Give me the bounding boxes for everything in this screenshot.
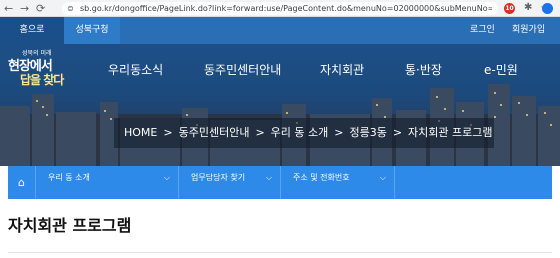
home-tab[interactable]: 홈으로 <box>0 17 64 44</box>
divider <box>8 252 552 253</box>
breadcrumb-separator: > <box>392 126 403 139</box>
chevron-down-icon: ⌵ <box>379 173 386 182</box>
gnb-item-center-info[interactable]: 동주민센터안내 <box>204 62 281 78</box>
breadcrumb-center-info[interactable]: 동주민센터안내 <box>179 118 250 148</box>
home-icon: ⌂ <box>18 176 25 189</box>
breadcrumb: HOME > 동주민센터안내 > 우리 동 소개 > 정릉3동 > 자치회관 프로그램 <box>114 118 494 148</box>
breadcrumb-current: 자치회관 프로그램 <box>408 126 493 139</box>
extensions-puzzle-icon[interactable]: ✱ <box>524 2 532 13</box>
subnav-dropdown-label: 우리 동 소개 <box>48 173 90 182</box>
breadcrumb-separator: > <box>334 126 344 139</box>
seongbuk-tab[interactable]: 성북구청 <box>64 17 120 44</box>
subnav-dropdown-label: 주소 및 전화번호 <box>293 173 350 182</box>
subnav-dropdown-dong-intro[interactable]: 우리 동 소개 ⌵ <box>36 166 179 199</box>
subnav-dropdown-address[interactable]: 주소 및 전화번호 ⌵ <box>281 166 395 199</box>
gnb-item-tong-banjang[interactable]: 통·반장 <box>405 62 442 78</box>
chevron-down-icon: ⌵ <box>265 173 272 182</box>
sub-navigation: ⌂ 우리 동 소개 ⌵ 업무담당자 찾기 ⌵ 주소 및 전화번호 ⌵ <box>8 166 552 199</box>
login-link[interactable]: 로그인 <box>470 17 495 44</box>
subnav-dropdown-staff[interactable]: 업무담당자 찾기 ⌵ <box>179 166 281 199</box>
site-logo[interactable]: 성북의 미래 현장에서 답을 찾다 <box>8 48 72 88</box>
url-text[interactable]: sb.go.kr/dongoffice/PageLink.do?link=for… <box>80 2 492 15</box>
back-icon[interactable]: ← <box>4 1 13 16</box>
site-info-icon[interactable]: ⊜ <box>67 2 74 15</box>
gnb-item-self-governance[interactable]: 자치회관 <box>320 62 364 78</box>
extension-icon[interactable]: 10 <box>504 3 515 14</box>
browser-address-bar: ← → ⟳ ⊜ sb.go.kr/dongoffice/PageLink.do?… <box>0 0 560 17</box>
gnb-item-e-civil[interactable]: e-민원 <box>484 62 518 78</box>
hero-banner: 성북의 미래 현장에서 답을 찾다 우리동소식 동주민센터안내 자치회관 통·반… <box>0 44 560 166</box>
chevron-down-icon: ⌵ <box>163 173 170 182</box>
breadcrumb-separator: > <box>255 126 265 139</box>
profile-avatar[interactable] <box>542 3 553 14</box>
url-field[interactable]: ⊜ sb.go.kr/dongoffice/PageLink.do?link=f… <box>62 2 549 15</box>
breadcrumb-dong-intro[interactable]: 우리 동 소개 <box>271 118 329 148</box>
page-title: 자치회관 프로그램 <box>8 216 132 235</box>
gnb-item-news[interactable]: 우리동소식 <box>108 62 163 78</box>
subnav-home-button[interactable]: ⌂ <box>8 166 36 199</box>
logo-slogan-line2: 답을 찾다 <box>20 73 64 87</box>
breadcrumb-separator: > <box>163 126 173 139</box>
reload-icon[interactable]: ⟳ <box>36 1 45 16</box>
join-link[interactable]: 회원가입 <box>512 17 545 44</box>
breadcrumb-jeongneung3[interactable]: 정릉3동 <box>349 118 386 148</box>
subnav-dropdown-label: 업무담당자 찾기 <box>191 173 246 182</box>
forward-icon[interactable]: → <box>20 1 29 16</box>
breadcrumb-home[interactable]: HOME <box>124 118 157 148</box>
top-utility-bar: 홈으로 성북구청 로그인 회원가입 <box>0 17 560 44</box>
